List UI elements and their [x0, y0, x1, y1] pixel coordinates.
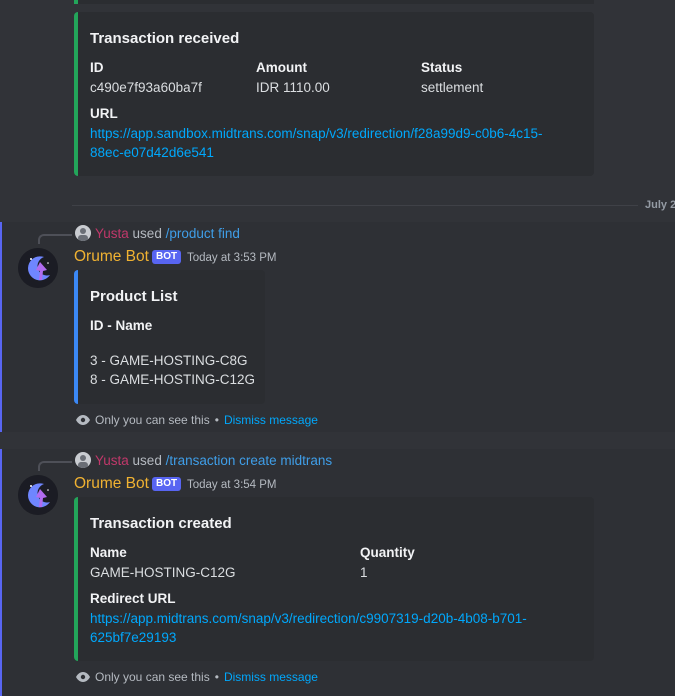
ephemeral-text: Only you can see this	[95, 413, 210, 427]
field-url-label: URL	[90, 106, 118, 121]
dismiss-message-link[interactable]: Dismiss message	[224, 413, 318, 427]
transaction-received-embed: Transaction received ID c490e7f93a60ba7f…	[74, 12, 594, 176]
transaction-created-embed: Transaction created Name GAME-HOSTING-C1…	[74, 497, 594, 661]
redirect-url-label: Redirect URL	[90, 591, 176, 606]
reply-used-text: used	[132, 226, 162, 241]
ephemeral-notice: Only you can see this • Dismiss message	[76, 670, 318, 684]
reply-context[interactable]: Yusta used /product find	[95, 226, 240, 241]
eye-icon	[76, 672, 90, 682]
field-name-value: GAME-HOSTING-C12G	[90, 565, 236, 580]
field-status-label: Status	[421, 60, 463, 75]
url-line-1: https://app.midtrans.com/snap/v3/redirec…	[90, 611, 527, 626]
field-name-label: Name	[90, 545, 127, 560]
reply-avatar	[75, 225, 91, 241]
bot-avatar[interactable]	[18, 475, 58, 515]
ephemeral-separator: •	[214, 670, 219, 684]
url-line-1: https://app.sandbox.midtrans.com/snap/v3…	[90, 126, 543, 141]
field-amount-label: Amount	[256, 60, 307, 75]
bot-avatar[interactable]	[18, 248, 58, 288]
message-timestamp: Today at 3:54 PM	[187, 479, 277, 491]
reply-avatar	[75, 452, 91, 468]
url-line-2: 625bf7e29193	[90, 630, 177, 645]
field-amount-value: IDR 1110.00	[256, 80, 330, 95]
ephemeral-notice: Only you can see this • Dismiss message	[76, 413, 318, 427]
redirect-url-link[interactable]: https://app.sandbox.midtrans.com/snap/v3…	[90, 124, 590, 162]
field-quantity-value: 1	[360, 565, 368, 580]
field-id-label: ID	[90, 60, 104, 75]
product-line-1: 3 - GAME-HOSTING-C8G	[90, 353, 248, 368]
product-line-2: 8 - GAME-HOSTING-C12G	[90, 372, 256, 387]
reply-connector	[38, 234, 72, 244]
bot-badge: BOT	[152, 250, 182, 264]
embed-header: ID - Name	[90, 318, 153, 333]
dismiss-message-link[interactable]: Dismiss message	[224, 670, 318, 684]
previous-embed-top-edge	[74, 0, 594, 4]
reply-username[interactable]: Yusta	[95, 453, 129, 468]
author-name[interactable]: Orume Bot	[74, 475, 149, 493]
moon-avatar-icon	[18, 475, 58, 515]
reply-used-text: used	[132, 453, 162, 468]
reply-connector	[38, 461, 72, 471]
reply-command[interactable]: /transaction create midtrans	[166, 453, 333, 468]
moon-avatar-icon	[18, 248, 58, 288]
reply-command[interactable]: /product find	[166, 226, 240, 241]
date-divider-label: July 24	[645, 199, 675, 211]
url-line-2: 88ec-e07d42d6e541	[90, 145, 214, 160]
author-name[interactable]: Orume Bot	[74, 248, 149, 266]
eye-icon	[76, 415, 90, 425]
ephemeral-text: Only you can see this	[95, 670, 210, 684]
date-divider-line	[72, 205, 638, 206]
reply-username[interactable]: Yusta	[95, 226, 129, 241]
redirect-url-link[interactable]: https://app.midtrans.com/snap/v3/redirec…	[90, 609, 590, 647]
ephemeral-separator: •	[214, 413, 219, 427]
field-id-value: c490e7f93a60ba7f	[90, 80, 202, 95]
embed-title: Transaction created	[90, 515, 232, 532]
field-quantity-label: Quantity	[360, 545, 415, 560]
embed-title: Transaction received	[90, 30, 240, 47]
product-list-embed: Product List ID - Name 3 - GAME-HOSTING-…	[74, 270, 265, 404]
embed-title: Product List	[90, 288, 178, 305]
message-timestamp: Today at 3:53 PM	[187, 252, 277, 264]
bot-badge: BOT	[152, 477, 182, 491]
field-status-value: settlement	[421, 80, 484, 95]
reply-context[interactable]: Yusta used /transaction create midtrans	[95, 453, 332, 468]
